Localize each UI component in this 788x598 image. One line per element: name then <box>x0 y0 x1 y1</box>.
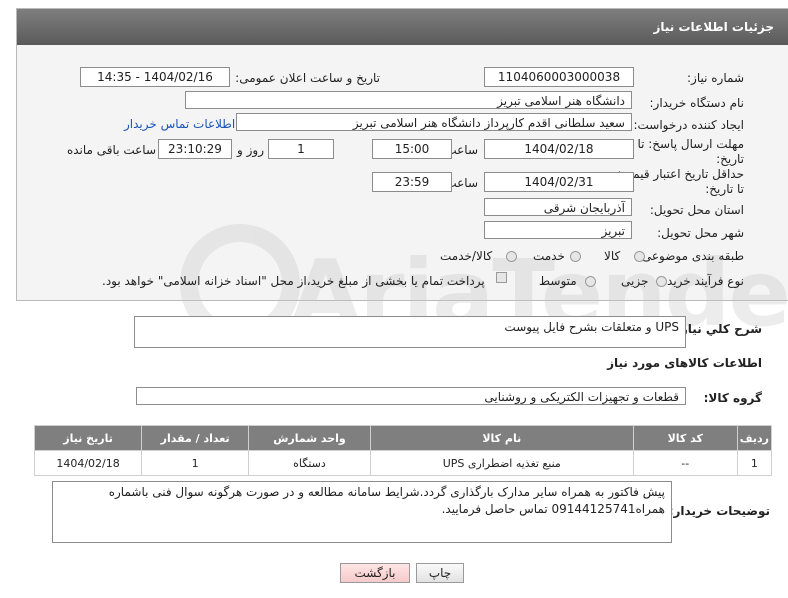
province-field[interactable]: آذربایجان شرقی <box>484 198 632 216</box>
validity-label-date: تا تاریخ: <box>705 182 744 196</box>
category-label: طبقه بندی موضوعی: <box>637 249 744 263</box>
city-field[interactable]: تبریز <box>484 221 632 239</box>
days-remaining-field[interactable]: 1 <box>268 139 334 159</box>
category-option-service: خدمت <box>533 249 565 263</box>
remaining-time-field[interactable]: 23:10:29 <box>158 139 232 159</box>
print-button[interactable]: چاپ <box>416 563 464 583</box>
days-label: روز و <box>237 143 264 157</box>
goods-section-title: اطلاعات کالاهای مورد نیاز <box>607 356 762 370</box>
description-label: شرح کلي نياز: <box>676 322 762 336</box>
buyer-org-field[interactable]: دانشگاه هنر اسلامی تبریز <box>185 91 632 109</box>
category-radio-goods[interactable] <box>634 251 645 262</box>
need-number-field[interactable]: 1104060003000038 <box>484 67 634 87</box>
col-row: ردیف <box>736 425 773 451</box>
deadline-time-field[interactable]: 15:00 <box>372 139 452 159</box>
creator-label: ایجاد کننده درخواست: <box>633 118 744 132</box>
process-label: نوع فرآیند خرید : <box>659 274 744 288</box>
buyer-notes-label: توضیحات خریدار: <box>668 504 770 518</box>
remaining-time-label: ساعت باقی مانده <box>66 143 156 157</box>
category-option-goods-service: کالا/خدمت <box>440 249 493 263</box>
description-field[interactable]: UPS و متعلقات بشرح فایل پیوست <box>134 316 686 348</box>
category-radio-goods-service[interactable] <box>506 251 517 262</box>
announce-date-field[interactable]: 1404/02/16 - 14:35 <box>80 67 230 87</box>
page: جزئیات اطلاعات نیاز AriaTender.net شماره… <box>0 0 788 598</box>
col-unit: واحد شمارش <box>248 425 371 451</box>
process-radio-minor[interactable] <box>656 276 667 287</box>
col-code: کد کالا <box>632 425 738 451</box>
col-quantity: تعداد / مقدار <box>141 425 250 451</box>
goods-table-header: ردیف کد کالا نام کالا واحد شمارش تعداد /… <box>33 425 773 451</box>
cell-unit: دستگاه <box>248 450 371 476</box>
goods-table: ردیف کد کالا نام کالا واحد شمارش تعداد /… <box>33 425 773 476</box>
col-need-date: تاریخ نیاز <box>33 425 143 451</box>
buyer-contact-link[interactable]: اطلاعات تماس خریدار <box>124 117 235 131</box>
back-button[interactable]: بازگشت <box>340 563 410 583</box>
process-option-medium: متوسط <box>539 274 577 288</box>
announce-label: تاریخ و ساعت اعلان عمومی: <box>235 71 380 85</box>
category-radio-service[interactable] <box>570 251 581 262</box>
process-option-minor: جزیی <box>621 274 649 288</box>
treasury-payment-note: پرداخت تمام یا بخشی از مبلغ خرید،از محل … <box>102 274 485 288</box>
buyer-org-label: نام دستگاه خریدار: <box>649 96 745 110</box>
buyer-notes-field[interactable]: پیش فاکتور به همراه سایر مدارک بارگذاری … <box>52 481 672 543</box>
province-label: استان محل تحویل: <box>649 203 744 217</box>
goods-group-label: گروه کالا: <box>703 391 762 405</box>
panel-title: جزئیات اطلاعات نیاز <box>17 9 788 45</box>
cell-row: 1 <box>736 450 773 476</box>
table-row[interactable]: 1 -- منبع تغذیه اضطراری UPS دستگاه 1 140… <box>33 450 773 476</box>
creator-field[interactable]: سعید سلطانی اقدم کارپرداز دانشگاه هنر اس… <box>236 113 632 131</box>
deadline-label: مهلت ارسال پاسخ: تا <box>637 137 744 151</box>
process-radio-medium[interactable] <box>585 276 596 287</box>
cell-code: -- <box>632 450 738 476</box>
deadline-date-field[interactable]: 1404/02/18 <box>484 139 634 159</box>
validity-label: حداقل تاریخ اعتبار قیمت: <box>617 167 744 181</box>
deadline-label-date: تاریخ: <box>716 152 744 166</box>
city-label: شهر محل تحویل: <box>657 226 744 240</box>
cell-need-date: 1404/02/18 <box>33 450 143 476</box>
cell-quantity: 1 <box>141 450 250 476</box>
validity-time-field[interactable]: 23:59 <box>372 172 452 192</box>
col-name: نام کالا <box>369 425 634 451</box>
category-option-goods: کالا <box>604 249 621 263</box>
treasury-payment-checkbox[interactable] <box>496 272 507 283</box>
goods-group-field[interactable]: قطعات و تجهیزات الکتریکی و روشنایی <box>136 387 686 405</box>
validity-date-field[interactable]: 1404/02/31 <box>484 172 634 192</box>
cell-name: منبع تغذیه اضطراری UPS <box>369 450 634 476</box>
need-number-label: شماره نیاز: <box>687 71 744 85</box>
